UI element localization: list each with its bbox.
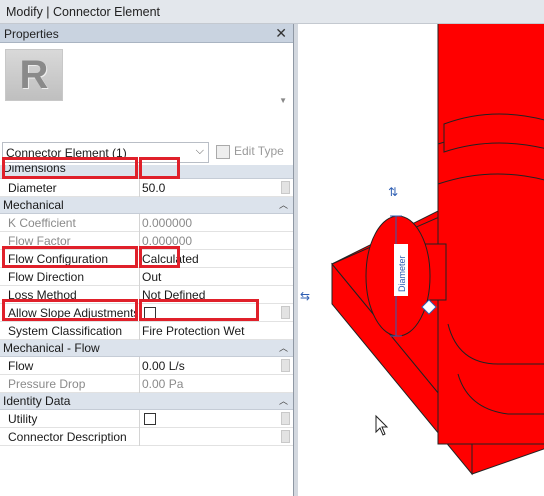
column-divider (139, 322, 140, 340)
revit-family-icon: R (5, 49, 63, 101)
scrollbar-thumb[interactable] (281, 359, 290, 372)
type-dropdown-caret-icon[interactable]: ▼ (279, 96, 287, 105)
k-coefficient-value: 0.000000 (142, 216, 193, 230)
property-name: Diameter (8, 181, 57, 195)
instance-filter-dropdown[interactable]: Connector Element (1) ⌵ (2, 142, 209, 163)
column-divider (139, 410, 140, 428)
property-name: Flow Factor (8, 234, 71, 248)
edit-type-icon (216, 145, 230, 159)
column-divider (139, 232, 140, 250)
system-classification-value[interactable]: Fire Protection Wet (142, 324, 277, 338)
flow-direction-value[interactable]: Out (142, 270, 277, 284)
loss-method-value[interactable]: Not Defined (142, 288, 277, 302)
row-flow-direction[interactable]: Flow Direction Out (0, 268, 293, 286)
model-view: Diameter ⇅ ⇆ (300, 24, 544, 476)
row-utility[interactable]: Utility (0, 410, 293, 428)
property-name: K Coefficient (8, 216, 76, 230)
dimension-label: Diameter (397, 255, 407, 292)
collapse-chevron-icon[interactable]: ︿ (279, 394, 288, 407)
flow-arrow-left-icon: ⇆ (300, 289, 310, 303)
property-name: Utility (8, 412, 38, 426)
row-diameter[interactable]: Diameter 50.0 (0, 179, 293, 197)
collapse-chevron-icon[interactable]: ︿ (279, 341, 288, 354)
group-mechanical[interactable]: Mechanical ︿ (0, 197, 293, 214)
flow-arrow-up-icon: ⇅ (388, 185, 398, 199)
row-pressure-drop[interactable]: Pressure Drop 0.00 Pa (0, 375, 293, 393)
scrollbar-thumb[interactable] (281, 412, 290, 425)
column-divider (139, 250, 140, 268)
column-divider (139, 179, 140, 197)
group-mechanical-flow[interactable]: Mechanical - Flow ︿ (0, 340, 293, 357)
properties-header: Properties ✕ (0, 24, 293, 43)
group-label: Mechanical - Flow (3, 341, 100, 355)
chevron-down-icon: ⌵ (195, 145, 204, 157)
group-label: Mechanical (3, 198, 64, 212)
column-divider (139, 428, 140, 446)
property-name: Connector Description (8, 430, 127, 444)
row-flow-configuration[interactable]: Flow Configuration Calculated (0, 250, 293, 268)
flow-factor-value: 0.000000 (142, 234, 193, 248)
properties-palette: Properties ✕ R ▼ Connector Element (1) ⌵… (0, 24, 294, 496)
row-k-coefficient[interactable]: K Coefficient 0.000000 (0, 214, 293, 232)
column-divider (139, 357, 140, 375)
properties-grid: Dimensions Diameter 50.0 Mechanical ︿ K … (0, 165, 293, 446)
property-name: System Classification (8, 324, 123, 338)
edit-type-button[interactable]: Edit Type (214, 144, 292, 162)
group-label: Dimensions (3, 165, 66, 175)
scrollbar-thumb[interactable] (281, 306, 290, 319)
property-name: Flow Direction (8, 270, 85, 284)
group-identity-data[interactable]: Identity Data ︿ (0, 393, 293, 410)
diameter-value[interactable]: 50.0 (142, 181, 277, 195)
property-name: Flow (8, 359, 34, 373)
property-name: Loss Method (8, 288, 77, 302)
allow-slope-checkbox[interactable] (144, 307, 156, 319)
scrollbar-thumb[interactable] (281, 430, 290, 443)
3d-viewport[interactable]: Diameter ⇅ ⇆ (298, 24, 544, 496)
mouse-cursor-icon (375, 414, 389, 436)
utility-checkbox[interactable] (144, 413, 156, 425)
type-preview-area[interactable]: R ▼ (0, 44, 293, 140)
group-label: Identity Data (3, 394, 71, 408)
window-title: Modify | Connector Element (0, 0, 544, 24)
flow-value[interactable]: 0.00 L/s (142, 359, 277, 373)
column-divider (139, 214, 140, 232)
instance-selector-row: Connector Element (1) ⌵ Edit Type (0, 142, 293, 164)
group-dimensions[interactable]: Dimensions (0, 165, 293, 179)
flow-configuration-value[interactable]: Calculated (142, 252, 277, 266)
collapse-chevron-icon[interactable]: ︿ (279, 198, 288, 211)
column-divider (139, 375, 140, 393)
row-allow-slope-adjustments[interactable]: Allow Slope Adjustments (0, 304, 293, 322)
edit-type-label: Edit Type (234, 144, 284, 158)
column-divider (139, 304, 140, 322)
row-loss-method[interactable]: Loss Method Not Defined (0, 286, 293, 304)
instance-filter-value: Connector Element (1) (6, 146, 127, 160)
scrollbar-thumb[interactable] (281, 181, 290, 194)
row-system-classification[interactable]: System Classification Fire Protection We… (0, 322, 293, 340)
row-flow[interactable]: Flow 0.00 L/s (0, 357, 293, 375)
property-name: Pressure Drop (8, 377, 86, 391)
property-name: Allow Slope Adjustments (8, 306, 138, 320)
property-name: Flow Configuration (8, 252, 109, 266)
row-connector-description[interactable]: Connector Description (0, 428, 293, 446)
pump-body (437, 24, 544, 445)
properties-title: Properties (4, 27, 59, 41)
row-flow-factor[interactable]: Flow Factor 0.000000 (0, 232, 293, 250)
pressure-drop-value: 0.00 Pa (142, 377, 184, 391)
close-icon[interactable]: ✕ (275, 25, 287, 41)
column-divider (139, 286, 140, 304)
column-divider (139, 268, 140, 286)
